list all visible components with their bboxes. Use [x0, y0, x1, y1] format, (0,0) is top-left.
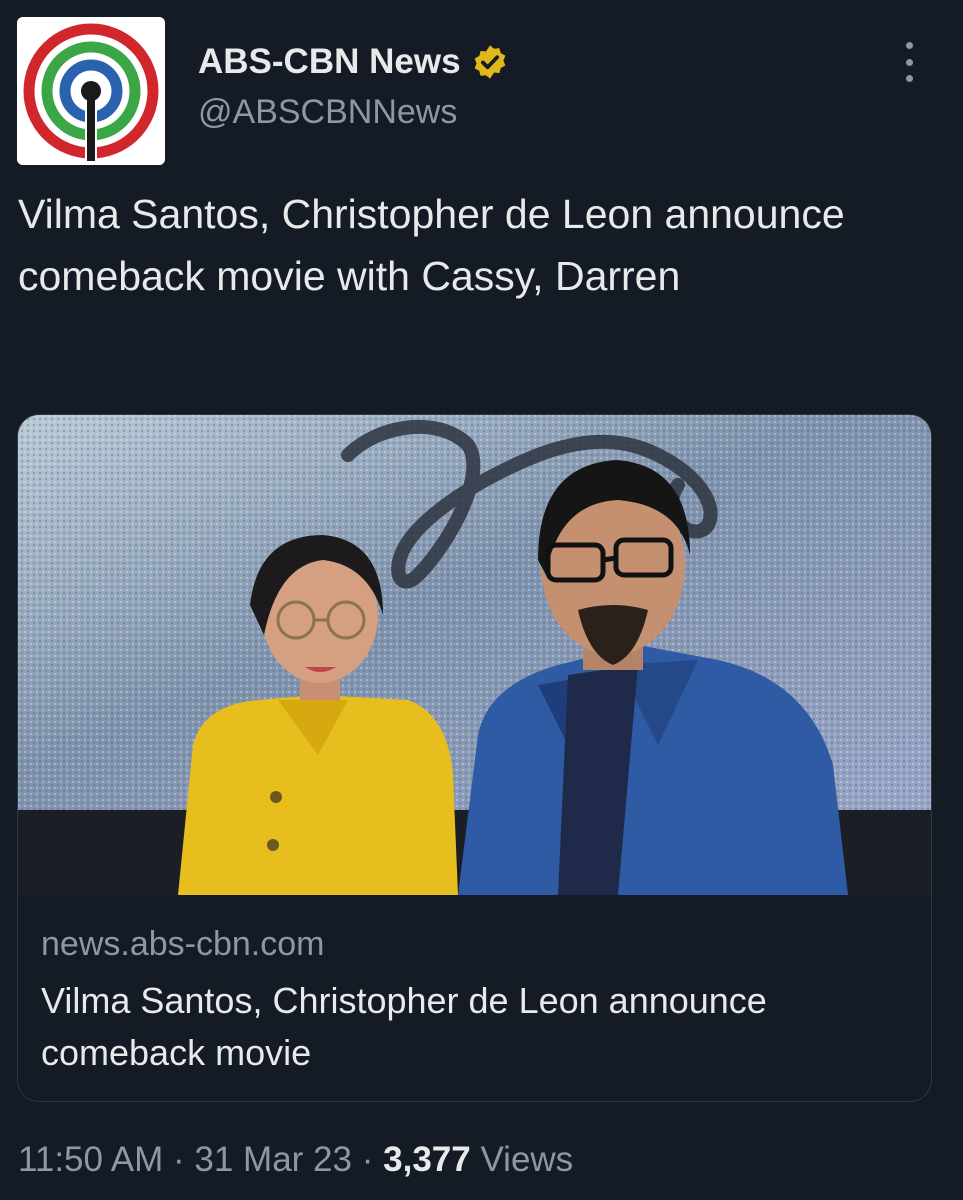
meta-separator: · — [173, 1140, 185, 1179]
abs-cbn-logo-icon — [17, 17, 165, 165]
link-card-title: Vilma Santos, Christopher de Leon announ… — [41, 980, 767, 1073]
account-display-name[interactable]: ABS-CBN News — [198, 42, 461, 82]
dot — [905, 75, 913, 82]
more-options-icon[interactable] — [896, 42, 922, 82]
dot — [905, 58, 913, 66]
tweet-time[interactable]: 11:50 AM — [18, 1140, 163, 1179]
tweet-date[interactable]: 31 Mar 23 — [194, 1140, 352, 1179]
meta-separator: · — [361, 1140, 374, 1179]
link-card-image[interactable] — [18, 415, 931, 895]
link-card[interactable]: news.abs-cbn.com Vilma Santos, Christoph… — [17, 414, 932, 1102]
author-name-row: ABS-CBN News — [198, 42, 509, 82]
views-count: 3,377 — [383, 1140, 471, 1179]
avatar[interactable] — [17, 17, 165, 165]
account-handle[interactable]: @ABSCBNNews — [198, 93, 457, 132]
views-label: Views — [480, 1140, 574, 1179]
tweet-meta: 11:50 AM · 31 Mar 23 · 3,377 Views — [18, 1140, 573, 1180]
tweet-text: Vilma Santos, Christopher de Leon announ… — [18, 191, 845, 299]
link-card-domain: news.abs-cbn.com — [41, 925, 325, 963]
verified-badge-icon — [474, 45, 505, 79]
dot — [905, 42, 913, 49]
link-card-info[interactable]: news.abs-cbn.com Vilma Santos, Christoph… — [18, 895, 931, 1101]
